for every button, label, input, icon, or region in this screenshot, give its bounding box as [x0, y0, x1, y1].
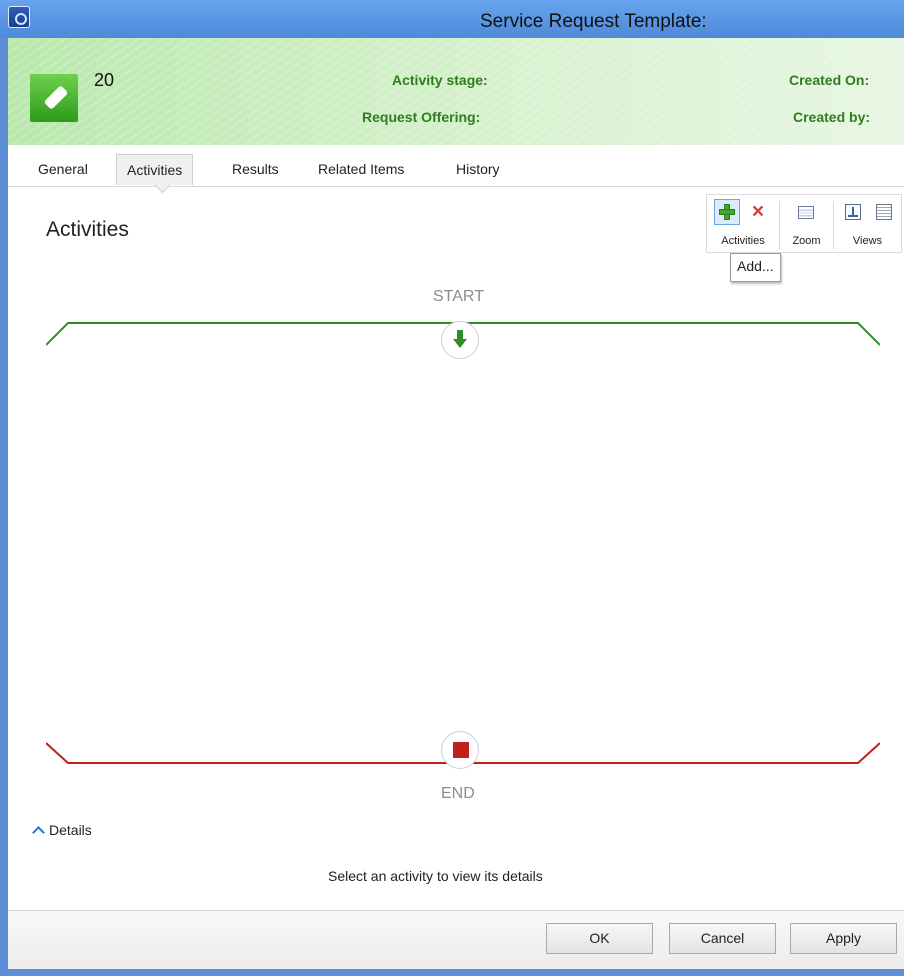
zoom-button[interactable]: [793, 199, 819, 225]
list-view-icon: [876, 204, 892, 220]
dialog-footer: OK Cancel Apply: [8, 910, 904, 969]
service-request-template-window: Service Request Template: 20 Activity st…: [0, 0, 904, 976]
ok-button[interactable]: OK: [546, 923, 653, 954]
activities-ribbon: × Activities Zoom Views: [706, 194, 902, 253]
page-title: Activities: [46, 218, 129, 241]
zoom-icon: [798, 205, 814, 219]
app-system-center-icon[interactable]: [8, 6, 30, 28]
tab-history[interactable]: History: [446, 154, 510, 184]
request-offering-label: Request Offering:: [362, 109, 481, 125]
title-bar[interactable]: Service Request Template:: [0, 0, 904, 38]
start-node[interactable]: [441, 321, 479, 359]
ribbon-group-activities: × Activities: [707, 195, 779, 252]
add-icon: [719, 204, 735, 220]
ribbon-group-label-zoom: Zoom: [792, 235, 821, 247]
tab-general[interactable]: General: [28, 154, 98, 184]
ribbon-group-views: Views: [834, 195, 901, 252]
tab-strip: General Activities Results Related Items…: [8, 146, 904, 187]
header-banner: 20 Activity stage: Request Offering: Cre…: [8, 38, 904, 145]
banner-pattern: [8, 38, 904, 145]
ribbon-group-zoom: Zoom: [780, 195, 833, 252]
window-title: Service Request Template:: [480, 11, 707, 32]
delete-icon: ×: [751, 200, 765, 223]
list-view-button[interactable]: [871, 199, 897, 225]
details-toggle-label: Details: [49, 822, 92, 838]
request-number: 20: [94, 70, 115, 90]
details-toggle[interactable]: Details: [30, 822, 92, 839]
created-on-label: Created On:: [789, 72, 870, 88]
ribbon-group-label-activities: Activities: [721, 235, 765, 247]
chevron-up-icon: [32, 826, 45, 839]
activity-stage-label: Activity stage:: [392, 72, 488, 88]
cancel-button[interactable]: Cancel: [669, 923, 776, 954]
ribbon-group-label-views: Views: [852, 235, 883, 247]
end-node[interactable]: [441, 731, 479, 769]
delete-activity-button[interactable]: ×: [745, 199, 771, 225]
created-by-label: Created by:: [793, 109, 871, 125]
stop-icon: [453, 742, 469, 758]
apply-button[interactable]: Apply: [790, 923, 897, 954]
tab-related-items[interactable]: Related Items: [308, 154, 414, 184]
tree-view-icon: [845, 204, 861, 220]
tab-results[interactable]: Results: [222, 154, 289, 184]
service-request-ticket-icon: [30, 74, 78, 122]
tab-activities[interactable]: Activities: [116, 154, 194, 185]
client-area: 20 Activity stage: Request Offering: Cre…: [8, 38, 904, 969]
tree-view-button[interactable]: [840, 199, 866, 225]
details-empty-text: Select an activity to view its details: [328, 868, 543, 884]
down-arrow-icon: [453, 330, 467, 349]
add-activity-button[interactable]: [714, 199, 740, 225]
add-tooltip: Add...: [730, 253, 781, 282]
start-label: START: [433, 288, 484, 305]
end-label: END: [441, 785, 475, 802]
